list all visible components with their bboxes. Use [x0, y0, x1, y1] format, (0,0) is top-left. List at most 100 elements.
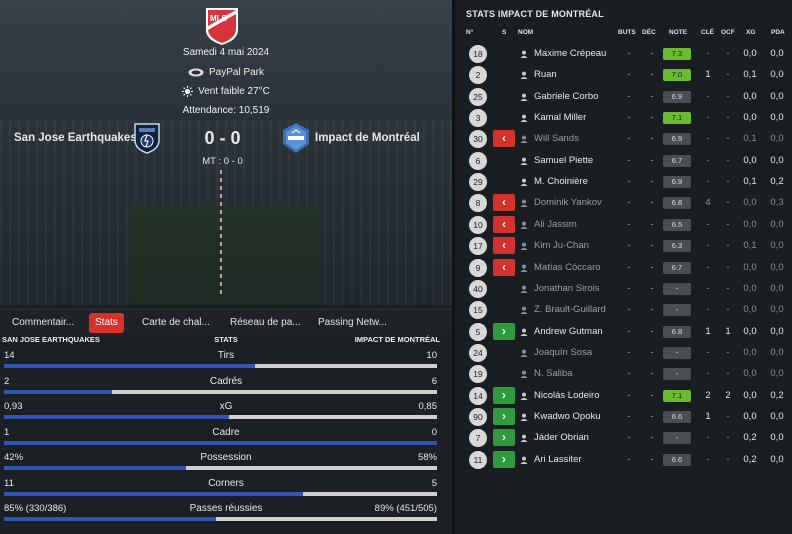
player-xg: 0,0	[743, 218, 757, 230]
player-goals: -	[627, 346, 631, 358]
player-row[interactable]: 30 ‹ Will Sands - -6.9- -0,1 0,0	[455, 129, 792, 150]
score: 0 - 0	[204, 128, 241, 148]
player-profile-icon[interactable]	[520, 157, 528, 165]
player-profile-icon[interactable]	[520, 434, 528, 443]
player-decisive: -	[650, 133, 654, 145]
player-name[interactable]: Andrew Gutman	[534, 326, 603, 337]
player-profile-icon[interactable]	[520, 285, 528, 293]
player-profile-icon[interactable]	[520, 199, 528, 208]
player-name[interactable]: Ali Jassim	[534, 219, 577, 230]
player-name[interactable]: Nicolás Lodeiro	[534, 390, 599, 401]
player-profile-icon[interactable]	[520, 306, 528, 315]
col-sub[interactable]: S	[502, 29, 506, 36]
player-name[interactable]: Z. Brault-Guillard	[534, 304, 606, 315]
sub-in-icon: ›	[493, 322, 515, 340]
col-chances[interactable]: OCF	[721, 29, 735, 36]
player-name[interactable]: Matías Cóccaro	[534, 262, 601, 273]
match-panel: MLS Samedi 4 mai 2024 PayPal Park Vent f…	[0, 0, 452, 534]
player-chances: -	[726, 218, 730, 230]
player-row[interactable]: 11 › Ari Lassiter - -6.6- -0,2 0,0	[455, 450, 792, 471]
player-profile-icon[interactable]	[520, 349, 528, 357]
player-profile-icon[interactable]	[520, 71, 528, 80]
col-num[interactable]: N°	[466, 29, 473, 36]
player-row[interactable]: 24 Joaquín Sosa - - - - -0,0 0,0	[455, 343, 792, 364]
player-profile-icon[interactable]	[520, 328, 528, 336]
player-name[interactable]: Kim Ju-Chan	[534, 240, 589, 251]
player-name[interactable]: M. Choinière	[534, 176, 588, 187]
player-row[interactable]: 15 Z. Brault-Guillard - - - - -0,0 0,0	[455, 300, 792, 321]
player-row[interactable]: 9 ‹ Matías Cóccaro - -6.7- -0,0 0,0	[455, 258, 792, 279]
player-row[interactable]: 90 › Kwadwo Opoku - -6.6 1-0,0 0,0	[455, 407, 792, 428]
player-profile-icon[interactable]	[520, 114, 528, 123]
col-rating[interactable]: NOTE	[669, 29, 687, 36]
sub-in-icon: ›	[493, 386, 515, 404]
tab-pass-network[interactable]: Réseau de pa...	[224, 313, 307, 333]
player-row[interactable]: 5 › Andrew Gutman - -6.8 1 1 0,0 0,0	[455, 322, 792, 343]
player-pda: 0,0	[770, 240, 784, 252]
player-profile-icon[interactable]	[520, 413, 528, 421]
player-name[interactable]: N. Saliba	[534, 368, 573, 379]
player-row[interactable]: 19 N. Saliba - - - - -0,0 0,0	[455, 364, 792, 385]
earthquakes-crest-icon[interactable]	[133, 122, 161, 154]
player-name[interactable]: Jonathan Sirois	[534, 283, 599, 294]
player-profile-icon[interactable]	[520, 370, 528, 379]
player-name[interactable]: Dominik Yankov	[534, 197, 602, 208]
col-key-passes[interactable]: CLÉ	[701, 29, 714, 36]
player-chances: -	[726, 112, 730, 124]
tab-commentary[interactable]: Commentair...	[6, 313, 80, 333]
player-row[interactable]: 6 Samuel Piette - -6.7- -0,0 0,0	[455, 151, 792, 172]
montreal-crest-icon[interactable]	[281, 122, 311, 154]
player-chances: -	[726, 282, 730, 294]
player-name[interactable]: Kwadwo Opoku	[534, 411, 601, 422]
player-profile-icon[interactable]	[520, 135, 528, 144]
col-decisive[interactable]: DÉC	[642, 29, 656, 36]
player-name[interactable]: Gabriele Corbo	[534, 91, 598, 102]
player-key-passes: 1	[705, 410, 711, 422]
player-profile-icon[interactable]	[520, 50, 528, 58]
sub-in-icon: ›	[493, 407, 515, 425]
player-profile-icon[interactable]	[520, 242, 528, 251]
player-number: 18	[469, 45, 487, 63]
player-rating: 7.0	[663, 69, 691, 82]
player-row[interactable]: 7 › Jáder Obrian - - - - -0,2 0,0	[455, 428, 792, 449]
col-name[interactable]: NOM	[518, 29, 533, 36]
player-row[interactable]: 8 ‹ Dominik Yankov - -6.8 4-0,0 0,3	[455, 193, 792, 214]
player-row[interactable]: 25 Gabriele Corbo - -6.9- -0,0 0,0	[455, 87, 792, 108]
player-profile-icon[interactable]	[520, 456, 528, 464]
tab-stats[interactable]: Stats	[89, 313, 124, 333]
col-goals[interactable]: BUTS	[618, 29, 636, 36]
tab-passing-network[interactable]: Passing Netw...	[312, 313, 393, 333]
col-xg[interactable]: XG	[746, 29, 755, 36]
tab-heatmap[interactable]: Carte de chal...	[136, 313, 216, 333]
player-row[interactable]: 29 M. Choinière - -6.9- -0,1 0,2	[455, 172, 792, 193]
player-profile-icon[interactable]	[520, 264, 528, 272]
player-pda: 0,0	[770, 154, 784, 166]
player-row[interactable]: 3 Kamal Miller - -7.1- -0,0 0,0	[455, 108, 792, 129]
player-rating: 6.6	[663, 410, 691, 423]
player-row[interactable]: 18 Maxime Crépeau - -7.3- -0,0 0,0	[455, 44, 792, 65]
player-number: 90	[469, 407, 487, 426]
player-row[interactable]: 17 ‹ Kim Ju-Chan - -6.3- -0,1 0,0	[455, 236, 792, 257]
player-name[interactable]: Will Sands	[534, 133, 579, 144]
player-profile-icon[interactable]	[520, 178, 528, 187]
player-row[interactable]: 10 ‹ Ali Jassim - -6.5- -0,0 0,0	[455, 215, 792, 236]
player-name[interactable]: Joaquín Sosa	[534, 347, 592, 358]
stat-bar-home-fill	[4, 364, 256, 368]
home-team-name[interactable]: San Jose Earthquakes	[14, 132, 137, 144]
player-name[interactable]: Maxime Crépeau	[534, 48, 606, 59]
player-name[interactable]: Jáder Obrian	[534, 432, 589, 443]
col-pda[interactable]: PDA	[771, 29, 785, 36]
player-profile-icon[interactable]	[520, 221, 528, 229]
player-name[interactable]: Ruan	[534, 69, 557, 80]
player-profile-icon[interactable]	[520, 392, 528, 400]
player-row[interactable]: 40 Jonathan Sirois - - - - -0,0 0,0	[455, 279, 792, 300]
player-profile-icon[interactable]	[520, 93, 528, 101]
player-name[interactable]: Ari Lassiter	[534, 454, 582, 465]
player-row[interactable]: 14 › Nicolás Lodeiro - -7.1 2 2 0,0 0,2	[455, 386, 792, 407]
player-row[interactable]: 2 Ruan - -7.0 1-0,1 0,0	[455, 65, 792, 86]
away-team-name[interactable]: Impact de Montréal	[315, 132, 420, 144]
stat-bar	[4, 415, 437, 419]
player-name[interactable]: Kamal Miller	[534, 112, 586, 123]
player-goals: -	[627, 261, 631, 273]
player-name[interactable]: Samuel Piette	[534, 155, 593, 166]
